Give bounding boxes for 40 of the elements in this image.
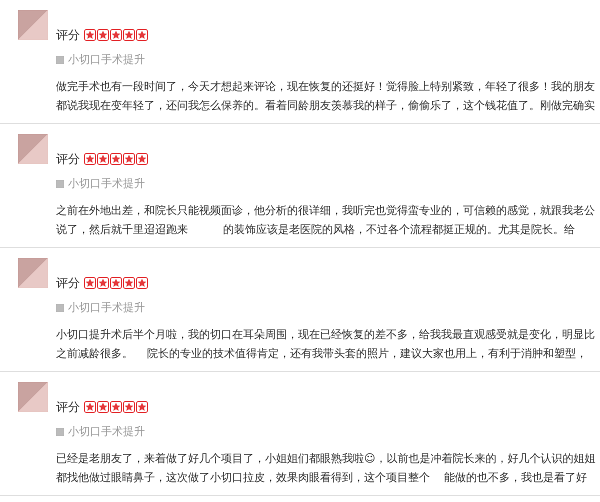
star-icon (84, 29, 96, 41)
rating-label: 评分 (56, 275, 80, 292)
rating-label: 评分 (56, 151, 80, 168)
star-icon (97, 29, 109, 41)
tag-icon (56, 180, 64, 188)
star-icon (123, 29, 135, 41)
review-text: 做完手术也有一段时间了，今天才想起来评论，现在恢复的还挺好！觉得脸上特别紧致，年轻了很多！我的朋友都说我现在变年轻了，还问我怎么保养的。看着同龄朋友羡慕我的样子，偷偷乐了，这个钱花值了。刚做完确实 (56, 78, 596, 114)
star-icon (97, 153, 109, 165)
star-icon (84, 401, 96, 413)
star-icon (136, 401, 148, 413)
star-icon (110, 401, 122, 413)
star-icon (123, 153, 135, 165)
review-text: 小切口提升术后半个月啦，我的切口在耳朵周围，现在已经恢复的差不多，给我我最直观感受就是变化，明显比之前减龄很多。 院长的专业的技术值得肯定，还有我带头套的照片，建议大家也用上，有利于消肿和塑型， (56, 326, 596, 362)
procedure-tag: 小切口手术提升 (68, 176, 145, 192)
procedure-tag: 小切口手术提升 (68, 52, 145, 68)
avatar (18, 134, 48, 164)
star-icon (110, 277, 122, 289)
procedure-tag: 小切口手术提升 (68, 424, 145, 440)
star-icon (97, 277, 109, 289)
rating-label: 评分 (56, 27, 80, 44)
avatar (18, 258, 48, 288)
avatar (18, 10, 48, 40)
tag-icon (56, 428, 64, 436)
star-icon (136, 277, 148, 289)
star-icon (136, 29, 148, 41)
tag-icon (56, 304, 64, 312)
procedure-tag: 小切口手术提升 (68, 300, 145, 316)
star-icon (110, 29, 122, 41)
tag-icon (56, 56, 64, 64)
star-icon (136, 153, 148, 165)
review-text: 已经是老朋友了，来着做了好几个项目了，小姐姐们都眼熟我啦☺，以前也是冲着院长来的，好几个认识的姐姐都找他做过眼睛鼻子，这次做了小切口拉皮，效果肉眼看得到，这个项目整个 能做的也不多，我也是看了好 (56, 450, 596, 486)
star-icon (84, 153, 96, 165)
star-icon (84, 277, 96, 289)
star-icon (123, 277, 135, 289)
star-icon (97, 401, 109, 413)
review-text: 之前在外地出差，和院长只能视频面诊，他分析的很详细，我听完也觉得蛮专业的，可信赖的感觉，就跟我老公说了，然后就千里迢迢跑来 的装饰应该是老医院的风格，不过各个流程都挺正规的。尤其是院长。给 (56, 202, 596, 238)
avatar (18, 382, 48, 412)
rating-label: 评分 (56, 399, 80, 416)
star-icon (110, 153, 122, 165)
star-icon (123, 401, 135, 413)
